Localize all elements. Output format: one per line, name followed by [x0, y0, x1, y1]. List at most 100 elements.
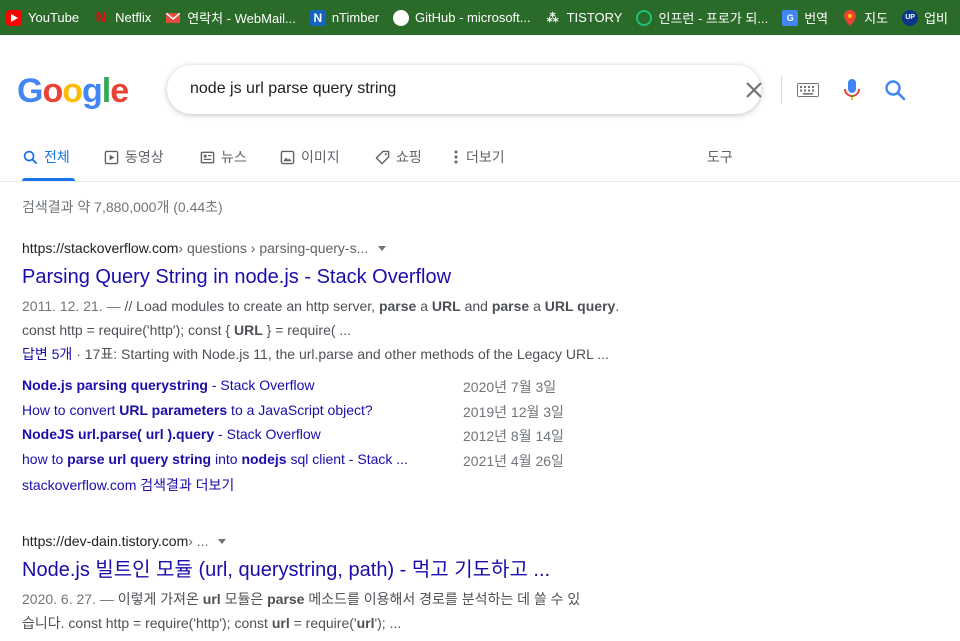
- text-segment: 메소드를 이용해서 경로를 분석하는 데 쓸 수 있: [304, 591, 581, 607]
- text-segment: .: [615, 298, 620, 314]
- bookmark-item[interactable]: ⁂ TISTORY: [545, 10, 622, 26]
- result-title[interactable]: Parsing Query String in node.js - Stack …: [22, 264, 682, 290]
- bookmark-label: nTimber: [331, 10, 380, 25]
- text-segment: to a JavaScript object?: [227, 401, 373, 418]
- maps-icon: [842, 9, 858, 26]
- answers-meta: · 17표: Starting with Node.js 11, the url…: [72, 346, 609, 362]
- search-divider: [781, 76, 782, 104]
- upbit-icon: UP: [902, 9, 919, 26]
- tab-label: 이미지: [301, 149, 340, 165]
- bookmark-label: 인프런 - 프로가 되...: [658, 11, 769, 26]
- google-logo[interactable]: Google: [17, 72, 129, 111]
- bookmark-item[interactable]: 인프런 - 프로가 되...: [636, 8, 768, 27]
- translate-icon: G: [782, 9, 799, 26]
- caret-down-icon[interactable]: [378, 245, 387, 251]
- highlight-text: URL query: [544, 298, 616, 314]
- sitelink-row: NodeJS url.parse( url ).query - Stack Ov…: [22, 423, 622, 448]
- text-segment: a: [416, 298, 432, 314]
- text-segment: - Stack Overflow: [214, 426, 321, 442]
- tools-button[interactable]: 도구: [707, 147, 733, 181]
- mail-icon: [165, 10, 181, 26]
- search-input[interactable]: [190, 78, 570, 100]
- result-title[interactable]: Node.js 빌트인 모듈 (url, querystring, path) …: [22, 557, 682, 583]
- highlight-text: nodejs: [241, 450, 287, 467]
- highlight-text: parse: [267, 591, 305, 607]
- sitelink-date: 2021년 4월 26일: [463, 452, 564, 469]
- snippet-line2: 습니다. const http = require('http'); const…: [22, 615, 401, 631]
- tab-label: 쇼핑: [396, 149, 422, 165]
- highlight-text: url: [202, 591, 221, 607]
- snippet-date: 2011. 12. 21. —: [22, 298, 125, 314]
- text-segment: how to: [22, 450, 68, 467]
- sitelink-row: How to convert URL parameters to a JavaS…: [22, 399, 622, 424]
- sitelink-title[interactable]: how to parse url query string into nodej…: [22, 451, 408, 467]
- keyboard-icon: [797, 83, 819, 97]
- bookmark-item[interactable]: N Netflix: [93, 9, 152, 26]
- result-cite: https://stackoverflow.com › questions › …: [22, 238, 682, 258]
- clear-button[interactable]: [741, 77, 767, 103]
- sitelink-row: Node.js parsing querystring - Stack Over…: [22, 374, 622, 399]
- sitelink-title[interactable]: How to convert URL parameters to a JavaS…: [22, 402, 373, 418]
- caret-down-icon[interactable]: [218, 538, 227, 544]
- keyboard-button[interactable]: [795, 80, 821, 100]
- bookmark-item[interactable]: UP 업비: [902, 8, 948, 27]
- more-vert-icon: [452, 149, 460, 165]
- tab-news[interactable]: 뉴스: [199, 147, 247, 181]
- cite-domain: https://dev-dain.tistory.com: [22, 533, 189, 549]
- answers-line: 답변 5개 · 17표: Starting with Node.js 11, t…: [22, 342, 682, 366]
- inflearn-icon: [636, 9, 653, 26]
- sitelink-title[interactable]: NodeJS url.parse( url ).query - Stack Ov…: [22, 426, 321, 442]
- logo-letter: o: [42, 72, 63, 110]
- tab-shopping[interactable]: 쇼핑: [374, 147, 422, 181]
- tistory-icon: ⁂: [546, 10, 559, 25]
- tools-label: 도구: [707, 149, 733, 165]
- tab-more[interactable]: 더보기: [452, 147, 505, 181]
- tab-videos[interactable]: 동영상: [103, 147, 164, 181]
- snippet-line1: // Load modules to create an http server…: [124, 298, 619, 314]
- search-box: [167, 65, 906, 114]
- sitelink-date: 2019년 12월 3일: [463, 403, 564, 420]
- search-button[interactable]: [882, 77, 908, 103]
- snippet-line2: const http = require('http'); const { UR…: [22, 322, 351, 338]
- text-segment: '); ...: [374, 615, 402, 631]
- tag-icon: [374, 149, 390, 165]
- highlight-text: url: [356, 615, 375, 631]
- highlight-text: Node.js parsing querystring: [22, 377, 208, 393]
- tab-images[interactable]: 이미지: [279, 147, 340, 181]
- bookmark-item[interactable]: 연락처 - WebMail...: [165, 8, 296, 27]
- bookmark-item[interactable]: 지도: [842, 8, 888, 27]
- bookmark-item[interactable]: G 번역: [782, 8, 828, 27]
- bookmark-item[interactable]: NnTimber: [309, 9, 380, 26]
- more-results-link[interactable]: stackoverflow.com 검색결과 더보기: [22, 475, 234, 495]
- microphone-icon: [844, 79, 860, 100]
- search-result: https://stackoverflow.com › questions › …: [22, 238, 682, 366]
- bookmark-label: YouTube: [28, 10, 80, 25]
- highlight-text: URL: [233, 322, 263, 338]
- logo-letter: o: [62, 72, 83, 110]
- highlight-text: parse: [491, 298, 530, 314]
- bookmark-label: 업비: [924, 11, 948, 26]
- highlight-text: URL parameters: [119, 401, 228, 418]
- close-icon: [746, 82, 762, 98]
- snippet-line1: 이렇게 가져온 url 모듈은 parse 메소드를 이용해서 경로를 분석하는…: [118, 591, 581, 607]
- text-segment: a: [529, 298, 545, 314]
- bookmarks-bar: YouTube N Netflix 연락처 - WebMail... NnTimber G…: [0, 0, 960, 35]
- sitelink-date: 2020년 7월 3일: [463, 379, 557, 395]
- sitelink-title[interactable]: Node.js parsing querystring - Stack Over…: [22, 377, 315, 393]
- highlight-text: NodeJS url.parse( url ).query: [22, 426, 215, 442]
- bookmark-item[interactable]: YouTube: [6, 9, 80, 26]
- bookmark-label: Netflix: [115, 10, 152, 25]
- tab-all[interactable]: 전체: [22, 147, 75, 181]
- sitelinks: Node.js parsing querystring - Stack Over…: [22, 374, 622, 472]
- youtube-icon: [6, 9, 22, 26]
- image-icon: [279, 149, 295, 165]
- answers-link[interactable]: 답변 5개: [22, 346, 72, 362]
- github-icon: [393, 9, 410, 26]
- text-segment: How to convert: [22, 401, 120, 418]
- bookmark-label: 번역: [804, 11, 829, 26]
- voice-search-button[interactable]: [839, 77, 865, 103]
- tab-label: 뉴스: [221, 149, 247, 165]
- logo-letter: G: [17, 72, 43, 110]
- bookmark-item[interactable]: GitHub - microsoft...: [393, 9, 531, 26]
- text-segment: // Load modules to create an http server…: [124, 298, 379, 314]
